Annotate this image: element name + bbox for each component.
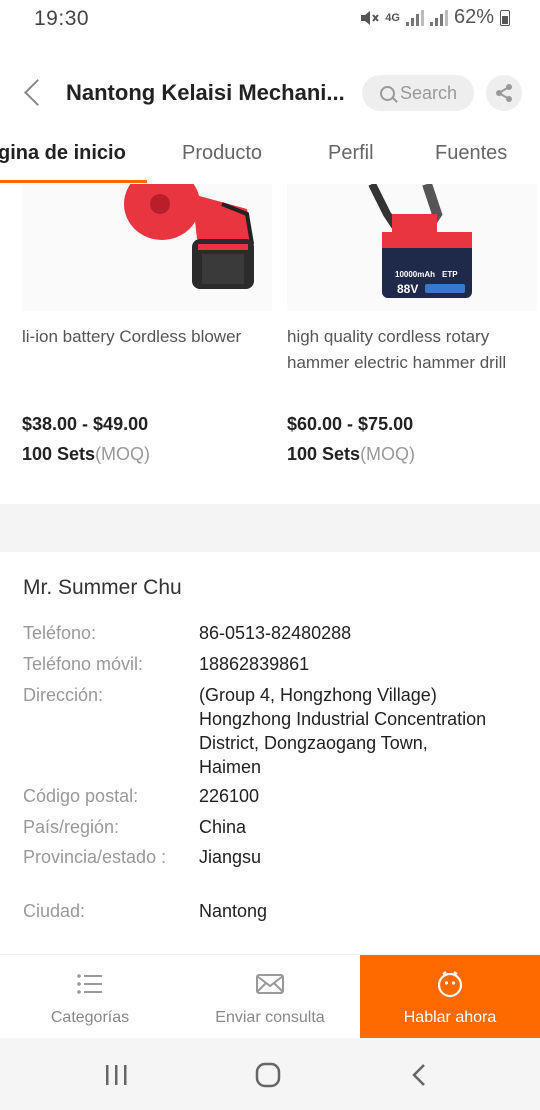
mobile-value[interactable]: 18862839861 xyxy=(199,652,519,676)
mute-icon xyxy=(361,10,380,25)
phone-value[interactable]: 86-0513-82480288 xyxy=(199,621,519,645)
product-moq: 100 Sets(MOQ) xyxy=(287,444,415,465)
battery-capacity-label: 10000mAh xyxy=(395,270,435,279)
moq-suffix: (MOQ) xyxy=(360,444,416,464)
tab-products[interactable]: Producto xyxy=(182,142,262,165)
blower-image xyxy=(22,184,272,311)
product-price: $60.00 - $75.00 xyxy=(287,414,414,434)
postal-code-label: Código postal: xyxy=(23,786,139,806)
product-name[interactable]: li-ion battery Cordless blower xyxy=(22,324,272,350)
tab-profile[interactable]: Perfil xyxy=(328,142,374,165)
product-image-blower[interactable] xyxy=(22,184,272,311)
search-icon xyxy=(380,85,395,101)
moq-quantity: 100 Sets xyxy=(287,444,361,464)
chat-now-button[interactable]: Hablar ahora xyxy=(360,955,540,1039)
city-label: Ciudad: xyxy=(23,901,86,921)
system-back-button[interactable] xyxy=(400,1060,440,1090)
province-value: Jiangsu xyxy=(199,847,262,867)
bottom-action-bar: Categorías Enviar consulta Hablar ahora xyxy=(0,954,540,1039)
battery-voltage-label: 88V xyxy=(397,282,418,296)
mobile-label: Teléfono móvil: xyxy=(23,654,144,674)
phone-label: Teléfono: xyxy=(23,623,97,643)
battery-icon xyxy=(500,9,510,26)
categories-label: Categorías xyxy=(50,1009,130,1026)
tab-bar: gina de inicio Producto Perfil Fuentes xyxy=(0,126,540,184)
back-button[interactable] xyxy=(18,76,48,110)
send-inquiry-button[interactable]: Enviar consulta xyxy=(180,955,360,1039)
province-label: Provincia/estado : xyxy=(23,847,167,867)
battery-brand-label: ETP xyxy=(442,270,458,279)
address-label: Dirección: xyxy=(23,685,104,705)
search-button[interactable]: Search xyxy=(362,75,474,111)
product-image-drill[interactable]: 10000mAh ETP 88V xyxy=(287,184,537,311)
home-icon xyxy=(255,1062,281,1088)
categories-button[interactable]: Categorías xyxy=(0,955,180,1039)
search-label: Search xyxy=(400,82,458,103)
signal-icon xyxy=(405,9,424,26)
mail-icon xyxy=(256,974,284,994)
home-button[interactable] xyxy=(248,1060,288,1090)
contact-section: Mr. Summer Chu Teléfono: 86-0513-8248028… xyxy=(0,552,540,954)
moq-quantity: 100 Sets xyxy=(22,444,96,464)
send-inquiry-label: Enviar consulta xyxy=(215,1009,325,1026)
header: Nantong Kelaisi Mechani... Search xyxy=(0,60,540,126)
system-nav-bar xyxy=(0,1038,540,1110)
product-price: $38.00 - $49.00 xyxy=(22,414,149,434)
list-icon xyxy=(77,974,102,994)
contact-name: Mr. Summer Chu xyxy=(23,576,182,599)
active-tab-indicator xyxy=(0,180,147,183)
moq-suffix: (MOQ) xyxy=(95,444,151,464)
product-name[interactable]: high quality cordless rotary hammer elec… xyxy=(287,324,537,376)
status-time: 19:30 xyxy=(34,7,90,30)
section-divider xyxy=(0,504,540,552)
back-arrow-icon xyxy=(412,1064,425,1086)
network-type-icon: 4G xyxy=(385,11,400,24)
drill-image: 10000mAh ETP 88V xyxy=(287,184,537,311)
recent-apps-button[interactable] xyxy=(97,1060,137,1090)
country-value: China xyxy=(199,817,247,837)
page-title: Nantong Kelaisi Mechani... xyxy=(66,80,345,105)
signal-icon-2 xyxy=(429,9,448,26)
status-icons: 4G 62% xyxy=(359,6,510,29)
product-grid: li-ion battery Cordless blower $38.00 - … xyxy=(0,184,540,504)
recent-apps-icon xyxy=(106,1065,127,1085)
chat-now-label: Hablar ahora xyxy=(403,1009,497,1026)
address-value: (Group 4, Hongzhong Village) Hongzhong I… xyxy=(199,685,487,777)
city-value: Nantong xyxy=(199,901,268,921)
tab-home[interactable]: gina de inicio xyxy=(0,142,126,165)
chat-icon xyxy=(437,971,463,998)
status-bar: 19:30 4G 62% xyxy=(0,0,540,40)
postal-code-value: 226100 xyxy=(199,786,260,806)
share-icon xyxy=(496,84,512,102)
country-label: País/región: xyxy=(23,817,120,837)
product-moq: 100 Sets(MOQ) xyxy=(22,444,150,465)
share-button[interactable] xyxy=(486,75,522,111)
tab-sources[interactable]: Fuentes xyxy=(435,142,507,165)
battery-percent: 62% xyxy=(453,6,494,28)
